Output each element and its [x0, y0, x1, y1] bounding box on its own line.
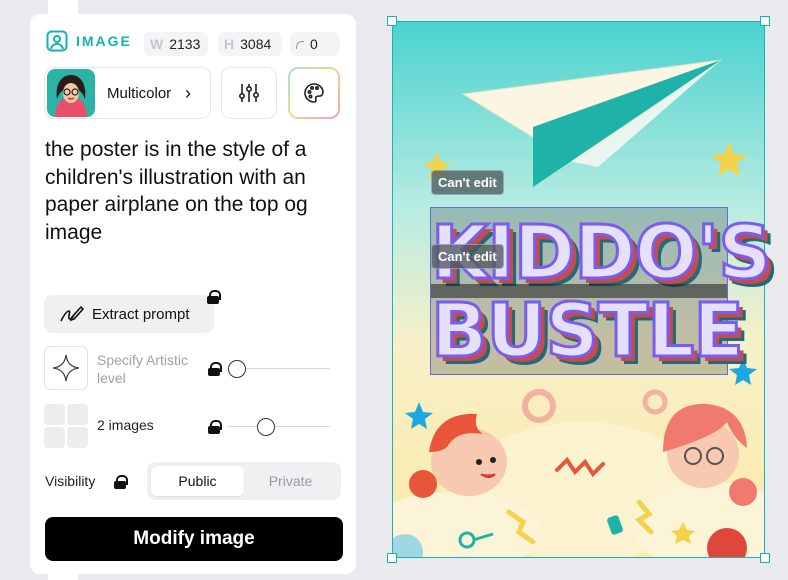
settings-panel: IMAGE W 2133 H 3084 0 Multicolor › the p…	[30, 14, 356, 574]
artistic-level-slider[interactable]	[228, 359, 330, 379]
height-value: 3084	[240, 36, 272, 52]
panel-notch	[48, 566, 78, 580]
style-name: Multicolor	[107, 84, 172, 102]
resize-handle[interactable]	[760, 16, 770, 26]
image-count-icon	[44, 404, 88, 448]
visibility-label: Visibility	[45, 473, 96, 489]
resize-handle[interactable]	[760, 553, 770, 563]
title-text-box[interactable]: KIDDO'S BUSTLE	[430, 207, 773, 375]
width-key: W	[150, 36, 164, 52]
lock-icon	[207, 290, 221, 304]
panel-header-label: IMAGE	[76, 33, 132, 49]
visibility-toggle[interactable]: Public Private	[147, 462, 341, 500]
corner-radius-field[interactable]: 0	[290, 32, 340, 56]
visibility-option-public[interactable]: Public	[151, 466, 244, 496]
cant-edit-badge: Can't edit	[431, 170, 504, 195]
slider-thumb[interactable]	[228, 360, 246, 378]
artistic-level-icon-box	[44, 346, 88, 390]
pen-signature-icon	[60, 305, 84, 322]
corner-radius-icon	[296, 41, 304, 49]
resize-handle[interactable]	[387, 553, 397, 563]
color-palette-button[interactable]	[288, 67, 340, 119]
visibility-option-private[interactable]: Private	[244, 466, 337, 496]
corner-radius-value: 0	[310, 36, 318, 52]
width-value: 2133	[169, 36, 201, 52]
style-selector-button[interactable]: Multicolor ›	[44, 67, 211, 119]
height-field[interactable]: H 3084	[218, 32, 282, 56]
chevron-right-icon: ›	[185, 82, 191, 103]
height-key: H	[224, 36, 235, 52]
lock-icon	[114, 475, 128, 489]
lock-icon	[208, 362, 222, 376]
cant-edit-badge: Can't edit	[431, 244, 504, 269]
sliders-icon	[238, 84, 259, 102]
adjustments-button[interactable]	[221, 67, 277, 119]
sparkle-icon	[52, 354, 80, 382]
poster-title-line-2: BUSTLE	[430, 288, 746, 374]
modify-image-button[interactable]: Modify image	[45, 517, 343, 561]
image-count-label: 2 images	[97, 417, 154, 433]
panel-notch	[48, 0, 78, 14]
slider-track	[228, 426, 330, 427]
extract-prompt-button[interactable]: Extract prompt	[44, 295, 214, 333]
image-count-slider[interactable]	[228, 417, 330, 437]
lock-icon	[208, 420, 222, 434]
slider-thumb[interactable]	[257, 418, 276, 436]
palette-icon	[304, 83, 324, 103]
panel-header: IMAGE	[46, 30, 132, 52]
image-icon	[46, 30, 68, 52]
extract-prompt-label: Extract prompt	[92, 305, 190, 323]
artistic-level-label: Specify Artistic level	[97, 352, 189, 386]
style-thumbnail	[47, 69, 95, 117]
prompt-text[interactable]: the poster is in the style of a children…	[45, 136, 345, 246]
width-field[interactable]: W 2133	[144, 32, 208, 56]
resize-handle[interactable]	[387, 16, 397, 26]
